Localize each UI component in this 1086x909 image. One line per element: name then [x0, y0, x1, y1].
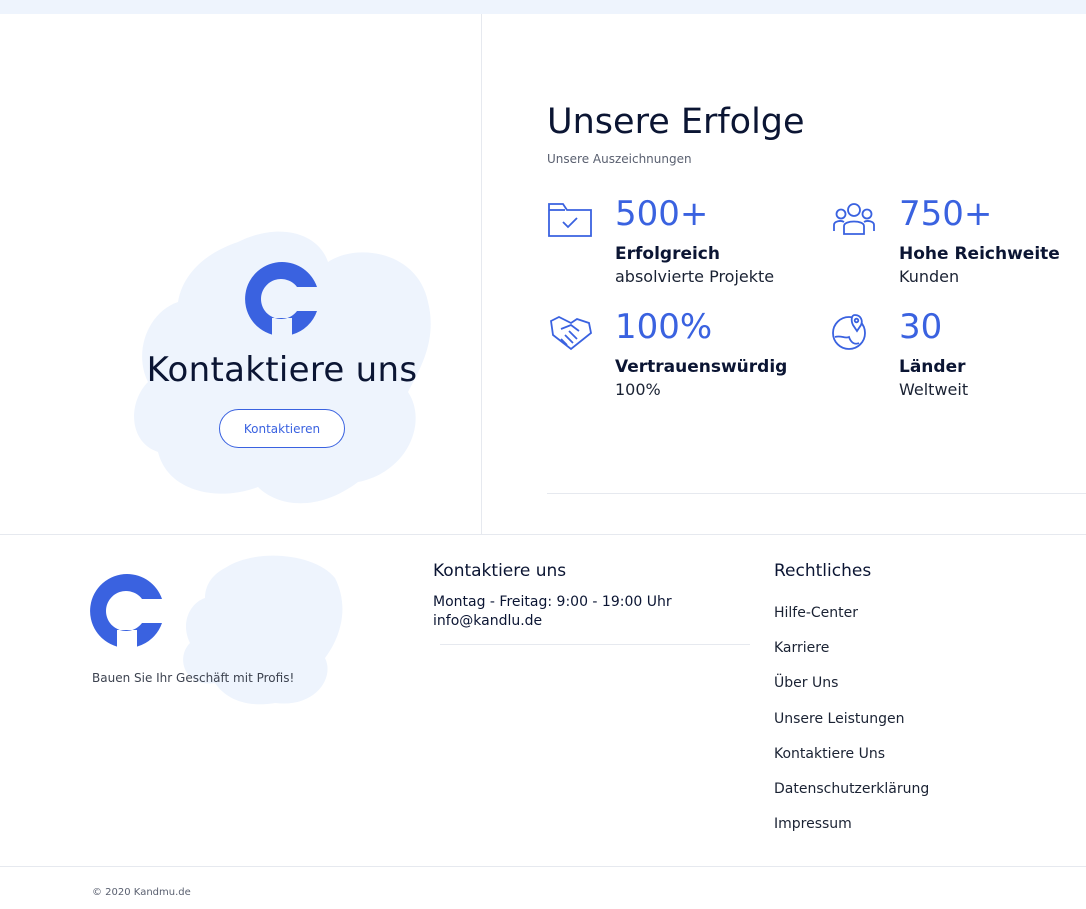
stat-card: 750+ Hohe Reichweite Kunden: [831, 194, 1086, 300]
footer-link-leistungen[interactable]: Unsere Leistungen: [774, 711, 929, 746]
footer-link-impressum[interactable]: Impressum: [774, 816, 929, 851]
footer-link-ueber-uns[interactable]: Über Uns: [774, 675, 929, 710]
handshake-icon: [550, 315, 592, 351]
stat-description: Kunden: [899, 267, 960, 286]
stat-label: Länder: [899, 357, 966, 377]
stat-description: Weltweit: [899, 380, 969, 399]
footer-link-hilfe-center[interactable]: Hilfe-Center: [774, 605, 929, 640]
footer-link-kontakt[interactable]: Kontaktiere Uns: [774, 746, 929, 781]
footer-legal-heading: Rechtliches: [774, 561, 872, 581]
footer-link-datenschutz[interactable]: Datenschutzerklärung: [774, 781, 929, 816]
stat-description: 100%: [615, 380, 661, 399]
footer-bottom-divider: [0, 866, 1086, 867]
legal-links-list: Hilfe-Center Karriere Über Uns Unsere Le…: [774, 605, 929, 851]
stat-label: Vertrauenswürdig: [615, 357, 788, 377]
achievements-panel: Unsere Erfolge Unsere Auszeichnungen 500…: [483, 14, 1086, 534]
globe-pin-icon: [832, 314, 866, 350]
stat-card: 100% Vertrauenswürdig 100%: [547, 307, 832, 413]
section-subtitle: Unsere Auszeichnungen: [547, 152, 692, 166]
opening-hours: Montag - Freitag: 9:00 - 19:00 Uhr: [433, 594, 672, 610]
brand-logo-icon: [245, 262, 317, 335]
folder-check-icon: [548, 203, 592, 237]
footer-contact-heading: Kontaktiere uns: [433, 561, 567, 581]
footer-link-karriere[interactable]: Karriere: [774, 640, 929, 675]
section-title: Unsere Erfolge: [547, 102, 805, 142]
copyright-text: © 2020 Kandmu.de: [92, 887, 191, 898]
divider: [440, 644, 750, 645]
stat-description: absolvierte Projekte: [615, 267, 775, 286]
stat-label: Erfolgreich: [615, 244, 720, 264]
footer-tagline: Bauen Sie Ihr Geschäft mit Profis!: [92, 671, 295, 685]
brand-logo-icon: [90, 574, 162, 647]
stat-value: 100%: [615, 307, 713, 347]
top-bar: [0, 0, 1086, 14]
users-group-icon: [833, 203, 875, 235]
hero-title: Kontaktiere uns: [146, 350, 418, 390]
stat-card: 500+ Erfolgreich absolvierte Projekte: [547, 194, 832, 300]
contact-email-link[interactable]: info@kandlu.de: [433, 613, 542, 629]
footer-divider: [0, 534, 1086, 535]
divider: [547, 493, 1086, 494]
stat-card: 30 Länder Weltweit: [831, 307, 1086, 413]
contact-button[interactable]: Kontaktieren: [219, 409, 345, 448]
stat-value: 30: [899, 307, 943, 347]
stat-label: Hohe Reichweite: [899, 244, 1060, 264]
stat-value: 500+: [615, 194, 709, 234]
stat-value: 750+: [899, 194, 993, 234]
